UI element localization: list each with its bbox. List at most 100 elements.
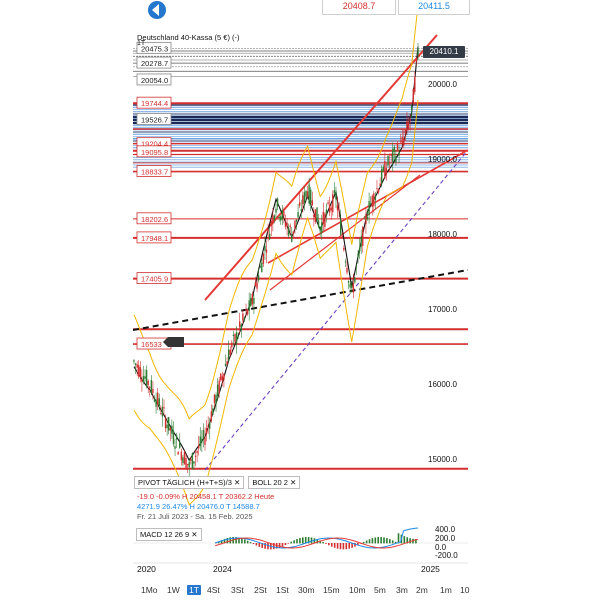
candle-body [354, 277, 356, 283]
candle-body [221, 376, 224, 381]
candle-body [384, 161, 386, 179]
candle-body [234, 334, 236, 342]
close-icon[interactable]: ✕ [191, 530, 197, 539]
candle-body [164, 417, 167, 429]
candle-body [242, 313, 244, 321]
level-label: 18833.7 [141, 167, 168, 176]
candle-body [417, 48, 419, 56]
candle-body [169, 427, 171, 431]
y-tick-label: 15000.0 [428, 455, 457, 464]
timeframe-option-30m[interactable]: 30m [298, 585, 315, 595]
candle-body [338, 209, 340, 212]
timeframe-option-1w[interactable]: 1W [167, 585, 180, 595]
candle-body [294, 220, 296, 229]
candle-body [366, 217, 369, 220]
timeframe-option-2st[interactable]: 2St [254, 585, 267, 595]
macd-histogram-bar [290, 541, 292, 544]
candle-body [163, 407, 165, 409]
timeframe-option-3m[interactable]: 3m [396, 585, 408, 595]
timeframe-option-2m[interactable]: 2m [416, 585, 428, 595]
back-arrow-icon [148, 1, 166, 19]
candle-body [347, 281, 350, 283]
candle-body [267, 229, 269, 232]
level-label: 19526.7 [141, 115, 168, 124]
timeframe-option-1t[interactable]: 1T [187, 585, 201, 595]
close-icon[interactable]: ✕ [234, 478, 240, 487]
candle-body [174, 446, 176, 449]
macd-histogram-bar [293, 540, 295, 544]
macd-histogram-bar [368, 539, 371, 544]
macd-histogram-bar [391, 540, 394, 544]
candle-body [310, 189, 312, 204]
macd-histogram-bar [377, 537, 379, 544]
timeframe-option-1m[interactable]: 1m [440, 585, 452, 595]
timeframe-option-5m[interactable]: 5m [374, 585, 386, 595]
candle-body [133, 360, 135, 362]
macd-histogram-bar [255, 543, 258, 546]
timeframe-option-4st[interactable]: 4St [207, 585, 220, 595]
candle-body [373, 193, 375, 207]
candle-body [188, 461, 190, 468]
timeframe-option-3st[interactable]: 3St [231, 585, 244, 595]
candle-body [278, 216, 280, 219]
candle-body [385, 168, 388, 175]
candle-body [182, 457, 184, 464]
candle-body [201, 438, 203, 443]
candle-body [235, 332, 238, 344]
candle-body [246, 309, 249, 315]
range-line: 4271.9 26.47% H 20476.0 T 14588.7 [137, 502, 260, 511]
timeframe-option-10m[interactable]: 10m [349, 585, 366, 595]
macd-histogram-bar [409, 538, 411, 544]
candle-body [227, 349, 230, 362]
candle-body [139, 367, 142, 378]
boll-chip-label: BOLL 20 2 [252, 478, 288, 487]
candle-body [346, 267, 348, 273]
ask-value: 20411.5 [418, 1, 450, 11]
ask-price[interactable]: 20411.5 [398, 0, 470, 15]
candle-body [388, 161, 391, 164]
candle-body [358, 247, 361, 252]
x-axis-label: 2020 [137, 564, 156, 574]
candle-body [210, 411, 213, 422]
level-label: 17405.9 [141, 275, 168, 284]
back-button[interactable] [144, 0, 170, 20]
timeframe-option-10[interactable]: 10 [460, 585, 469, 595]
candle-body [374, 196, 377, 201]
candle-body [166, 424, 168, 429]
y-tick-label: 18000.0 [428, 230, 457, 239]
level-label: 17948.1 [141, 234, 168, 243]
boll-chip[interactable]: BOLL 20 2 ✕ [248, 476, 301, 489]
candle-body [239, 321, 241, 328]
candle-body [226, 361, 228, 365]
candle-body [376, 187, 378, 189]
timeframe-option-1mo[interactable]: 1Mo [141, 585, 158, 595]
macd-chip[interactable]: MACD 12 26 9 ✕ [136, 528, 202, 541]
candle-body [209, 422, 211, 429]
candle-body [390, 153, 392, 156]
candle-body [349, 284, 351, 288]
candle-body [392, 149, 394, 162]
level-label: 20278.7 [141, 59, 168, 68]
close-icon[interactable]: ✕ [290, 478, 296, 487]
candle-body [401, 137, 403, 144]
candle-body [286, 222, 288, 227]
y-tick-label: 19000.0 [428, 155, 457, 164]
x-axis-label: 2024 [213, 564, 232, 574]
timeframe-option-1st[interactable]: 1St [276, 585, 289, 595]
candle-body [199, 436, 201, 447]
candle-body [145, 370, 148, 386]
candle-body [406, 120, 408, 131]
candle-body [369, 203, 372, 205]
candle-body [156, 392, 159, 405]
candle-body [144, 376, 146, 379]
candle-body [248, 300, 250, 311]
candle-body [410, 105, 413, 110]
candle-body [212, 408, 214, 415]
macd-histogram-bar [386, 538, 388, 544]
macd-histogram-bar [281, 543, 284, 547]
y-tick-label: 17000.0 [428, 305, 457, 314]
bid-price[interactable]: 20408.7 [322, 0, 396, 15]
timeframe-option-15m[interactable]: 15m [323, 585, 340, 595]
pivot-chip[interactable]: PIVOT TÄGLICH (H+T+S)/3 ✕ [134, 476, 245, 489]
candle-body [215, 394, 217, 405]
